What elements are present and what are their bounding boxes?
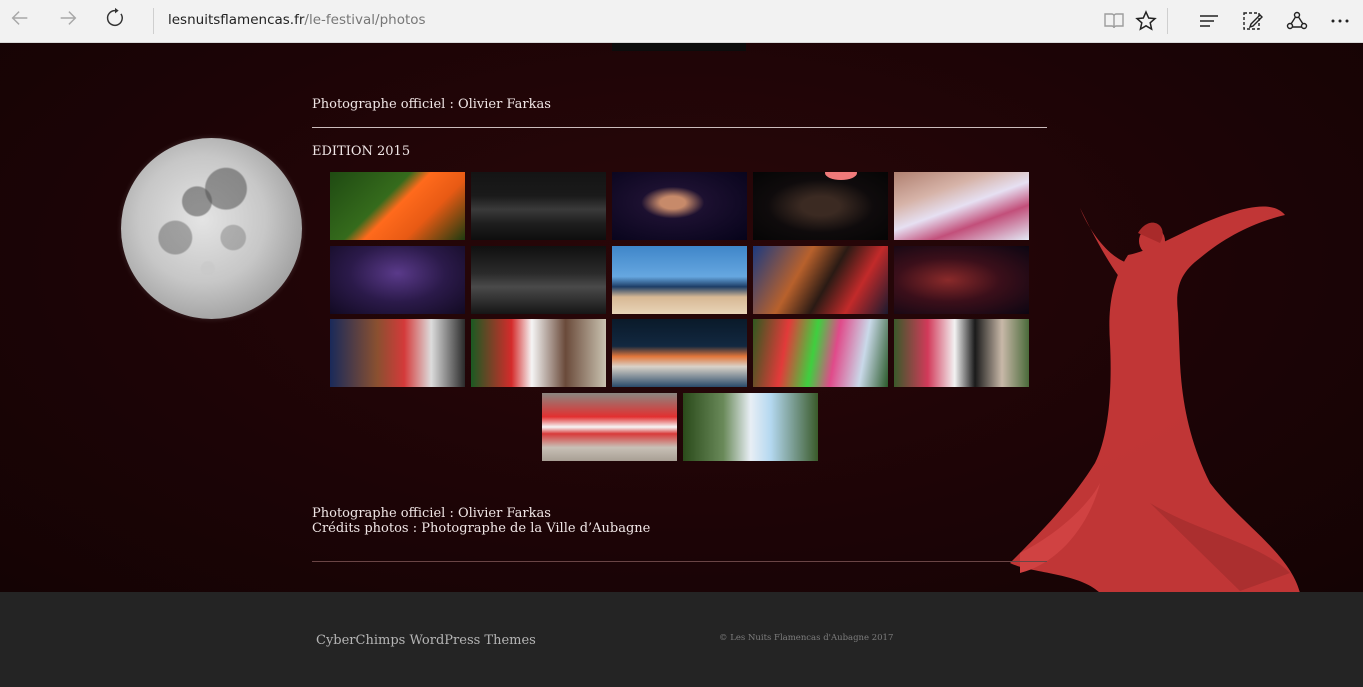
url-path: /le-festival/photos bbox=[304, 12, 426, 28]
gallery-photo[interactable] bbox=[612, 246, 747, 314]
gallery-photo[interactable] bbox=[753, 172, 888, 240]
gallery-photo[interactable] bbox=[753, 246, 888, 314]
browser-toolbar: lesnuitsflamencas.fr/le-festival/photos bbox=[0, 0, 1363, 43]
more-icon[interactable] bbox=[1328, 9, 1352, 33]
favorite-star-icon[interactable] bbox=[1134, 9, 1158, 33]
gallery-photo[interactable] bbox=[612, 319, 747, 387]
photographer-credit-bottom: Photographe officiel : Olivier Farkas bbox=[312, 506, 551, 521]
gallery-photo[interactable] bbox=[330, 319, 465, 387]
web-note-icon[interactable] bbox=[1241, 9, 1265, 33]
pink-fan-detail bbox=[825, 172, 857, 180]
divider-bottom bbox=[312, 561, 1047, 562]
page-content: Photographe officiel : Olivier Farkas ED… bbox=[0, 43, 1363, 592]
reading-view-icon[interactable] bbox=[1102, 9, 1126, 33]
gallery-photo[interactable] bbox=[683, 393, 818, 461]
url-domain: lesnuitsflamencas.fr bbox=[168, 12, 305, 28]
gallery-photo[interactable] bbox=[894, 246, 1029, 314]
share-icon[interactable] bbox=[1285, 9, 1309, 33]
gallery-photo[interactable] bbox=[894, 172, 1029, 240]
gallery-photo[interactable] bbox=[330, 172, 465, 240]
moon-image bbox=[121, 138, 302, 319]
back-arrow-icon[interactable] bbox=[7, 7, 33, 33]
gallery-photo[interactable] bbox=[612, 172, 747, 240]
site-footer: CyberChimps WordPress Themes © Les Nuits… bbox=[0, 592, 1363, 687]
gallery-photo[interactable] bbox=[471, 172, 606, 240]
flamenco-dancer-image bbox=[1010, 206, 1300, 592]
edition-heading: EDITION 2015 bbox=[312, 144, 411, 159]
hub-icon[interactable] bbox=[1197, 9, 1221, 33]
gallery-photo[interactable] bbox=[542, 393, 677, 461]
gallery-photo[interactable] bbox=[753, 319, 888, 387]
photographer-credit-top: Photographe officiel : Olivier Farkas bbox=[312, 97, 551, 112]
address-separator bbox=[153, 8, 154, 34]
address-bar[interactable]: lesnuitsflamencas.fr/le-festival/photos bbox=[168, 12, 426, 28]
gallery-photo[interactable] bbox=[471, 319, 606, 387]
theme-credit-link[interactable]: CyberChimps WordPress Themes bbox=[316, 633, 536, 648]
forward-arrow-icon[interactable] bbox=[55, 7, 81, 33]
menu-tab[interactable] bbox=[612, 43, 746, 51]
gallery-photo[interactable] bbox=[471, 246, 606, 314]
gallery-photo[interactable] bbox=[894, 319, 1029, 387]
gallery-photo[interactable] bbox=[330, 246, 465, 314]
toolbar-separator bbox=[1167, 8, 1168, 34]
divider bbox=[312, 127, 1047, 128]
photo-credits: Crédits photos : Photographe de la Ville… bbox=[312, 521, 651, 536]
refresh-icon[interactable] bbox=[102, 7, 128, 33]
copyright-text: © Les Nuits Flamencas d'Aubagne 2017 bbox=[719, 633, 894, 643]
